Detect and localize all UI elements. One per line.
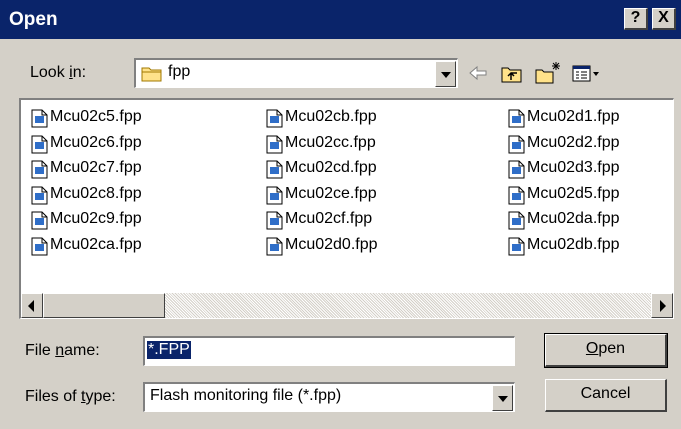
fpp-file-icon — [508, 160, 525, 179]
fpp-file-icon — [508, 186, 525, 204]
fpp-file-icon — [31, 109, 48, 128]
help-icon: ? — [630, 9, 641, 26]
file-name: Mcu02ca.fpp — [50, 235, 142, 253]
file-name-input[interactable]: *.FPP — [143, 336, 515, 366]
close-button[interactable]: X — [652, 8, 676, 30]
scroll-left-button[interactable] — [21, 293, 43, 318]
file-name: Mcu02c7.fpp — [50, 159, 142, 176]
view-menu-icon[interactable] — [571, 60, 601, 86]
file-name-label: File name: — [25, 342, 100, 359]
file-name: Mcu02db.fpp — [527, 235, 620, 253]
cancel-button[interactable]: Cancel — [545, 379, 667, 412]
fpp-file-icon — [31, 160, 48, 179]
horizontal-scrollbar[interactable] — [21, 293, 673, 318]
file-name: Mcu02cb.fpp — [285, 108, 377, 125]
up-folder-icon[interactable] — [500, 60, 524, 86]
file-name: Mcu02d1.fpp — [527, 108, 620, 125]
fpp-file-icon — [508, 135, 525, 153]
file-name: Mcu02d2.fpp — [527, 133, 620, 151]
file-type-label: Files of type: — [25, 388, 116, 405]
file-list[interactable]: Mcu02c5.fpp Mcu02c6.fpp Mcu02c7.fpp Mcu02c8… — [19, 98, 674, 319]
fpp-file-icon — [508, 211, 525, 230]
fpp-file-icon — [266, 160, 283, 179]
fpp-file-icon — [266, 211, 283, 230]
file-name: Mcu02ce.fpp — [285, 184, 377, 202]
back-arrow-icon[interactable] — [467, 60, 489, 86]
fpp-file-icon — [266, 109, 283, 128]
look-in-dropdown-button[interactable] — [435, 61, 456, 87]
fpp-file-icon — [31, 211, 48, 230]
fpp-file-icon — [266, 237, 283, 255]
close-icon: X — [658, 9, 669, 26]
file-type-dropdown[interactable]: Flash monitoring file (*.fpp) — [143, 382, 515, 412]
file-name: Mcu02c9.fpp — [50, 210, 142, 227]
file-name-value: *.FPP — [147, 341, 191, 359]
file-type-dropdown-button[interactable] — [492, 385, 513, 411]
folder-icon — [141, 67, 162, 82]
fpp-file-icon — [31, 237, 48, 255]
file-name: Mcu02c8.fpp — [50, 184, 142, 202]
fpp-file-icon — [508, 237, 525, 255]
file-name: Mcu02d3.fpp — [527, 159, 620, 176]
look-in-dropdown[interactable]: fpp — [134, 58, 458, 88]
file-name: Mcu02da.fpp — [527, 210, 620, 227]
file-name: Mcu02cc.fpp — [285, 133, 376, 151]
fpp-file-icon — [31, 135, 48, 153]
help-button[interactable]: ? — [624, 8, 648, 30]
fpp-file-icon — [31, 186, 48, 204]
window-title: Open — [9, 9, 58, 30]
look-in-value: fpp — [168, 63, 191, 80]
scroll-thumb[interactable] — [43, 293, 165, 318]
file-name: Mcu02c6.fpp — [50, 133, 142, 151]
file-name: Mcu02cd.fpp — [285, 159, 377, 176]
file-name: Mcu02c5.fpp — [50, 108, 142, 125]
look-in-label: Look in: — [30, 64, 87, 81]
file-type-value: Flash monitoring file (*.fpp) — [150, 387, 342, 404]
open-button[interactable]: Open — [544, 333, 668, 368]
file-name: Mcu02cf.fpp — [285, 210, 373, 227]
new-folder-icon[interactable] — [534, 60, 564, 86]
fpp-file-icon — [266, 135, 283, 153]
scroll-right-button[interactable] — [651, 293, 673, 318]
file-name: Mcu02d0.fpp — [285, 235, 378, 253]
fpp-file-icon — [266, 186, 283, 204]
file-name: Mcu02d5.fpp — [527, 184, 620, 202]
title-bar[interactable]: Open ? X — [0, 0, 681, 39]
fpp-file-icon — [508, 109, 525, 128]
